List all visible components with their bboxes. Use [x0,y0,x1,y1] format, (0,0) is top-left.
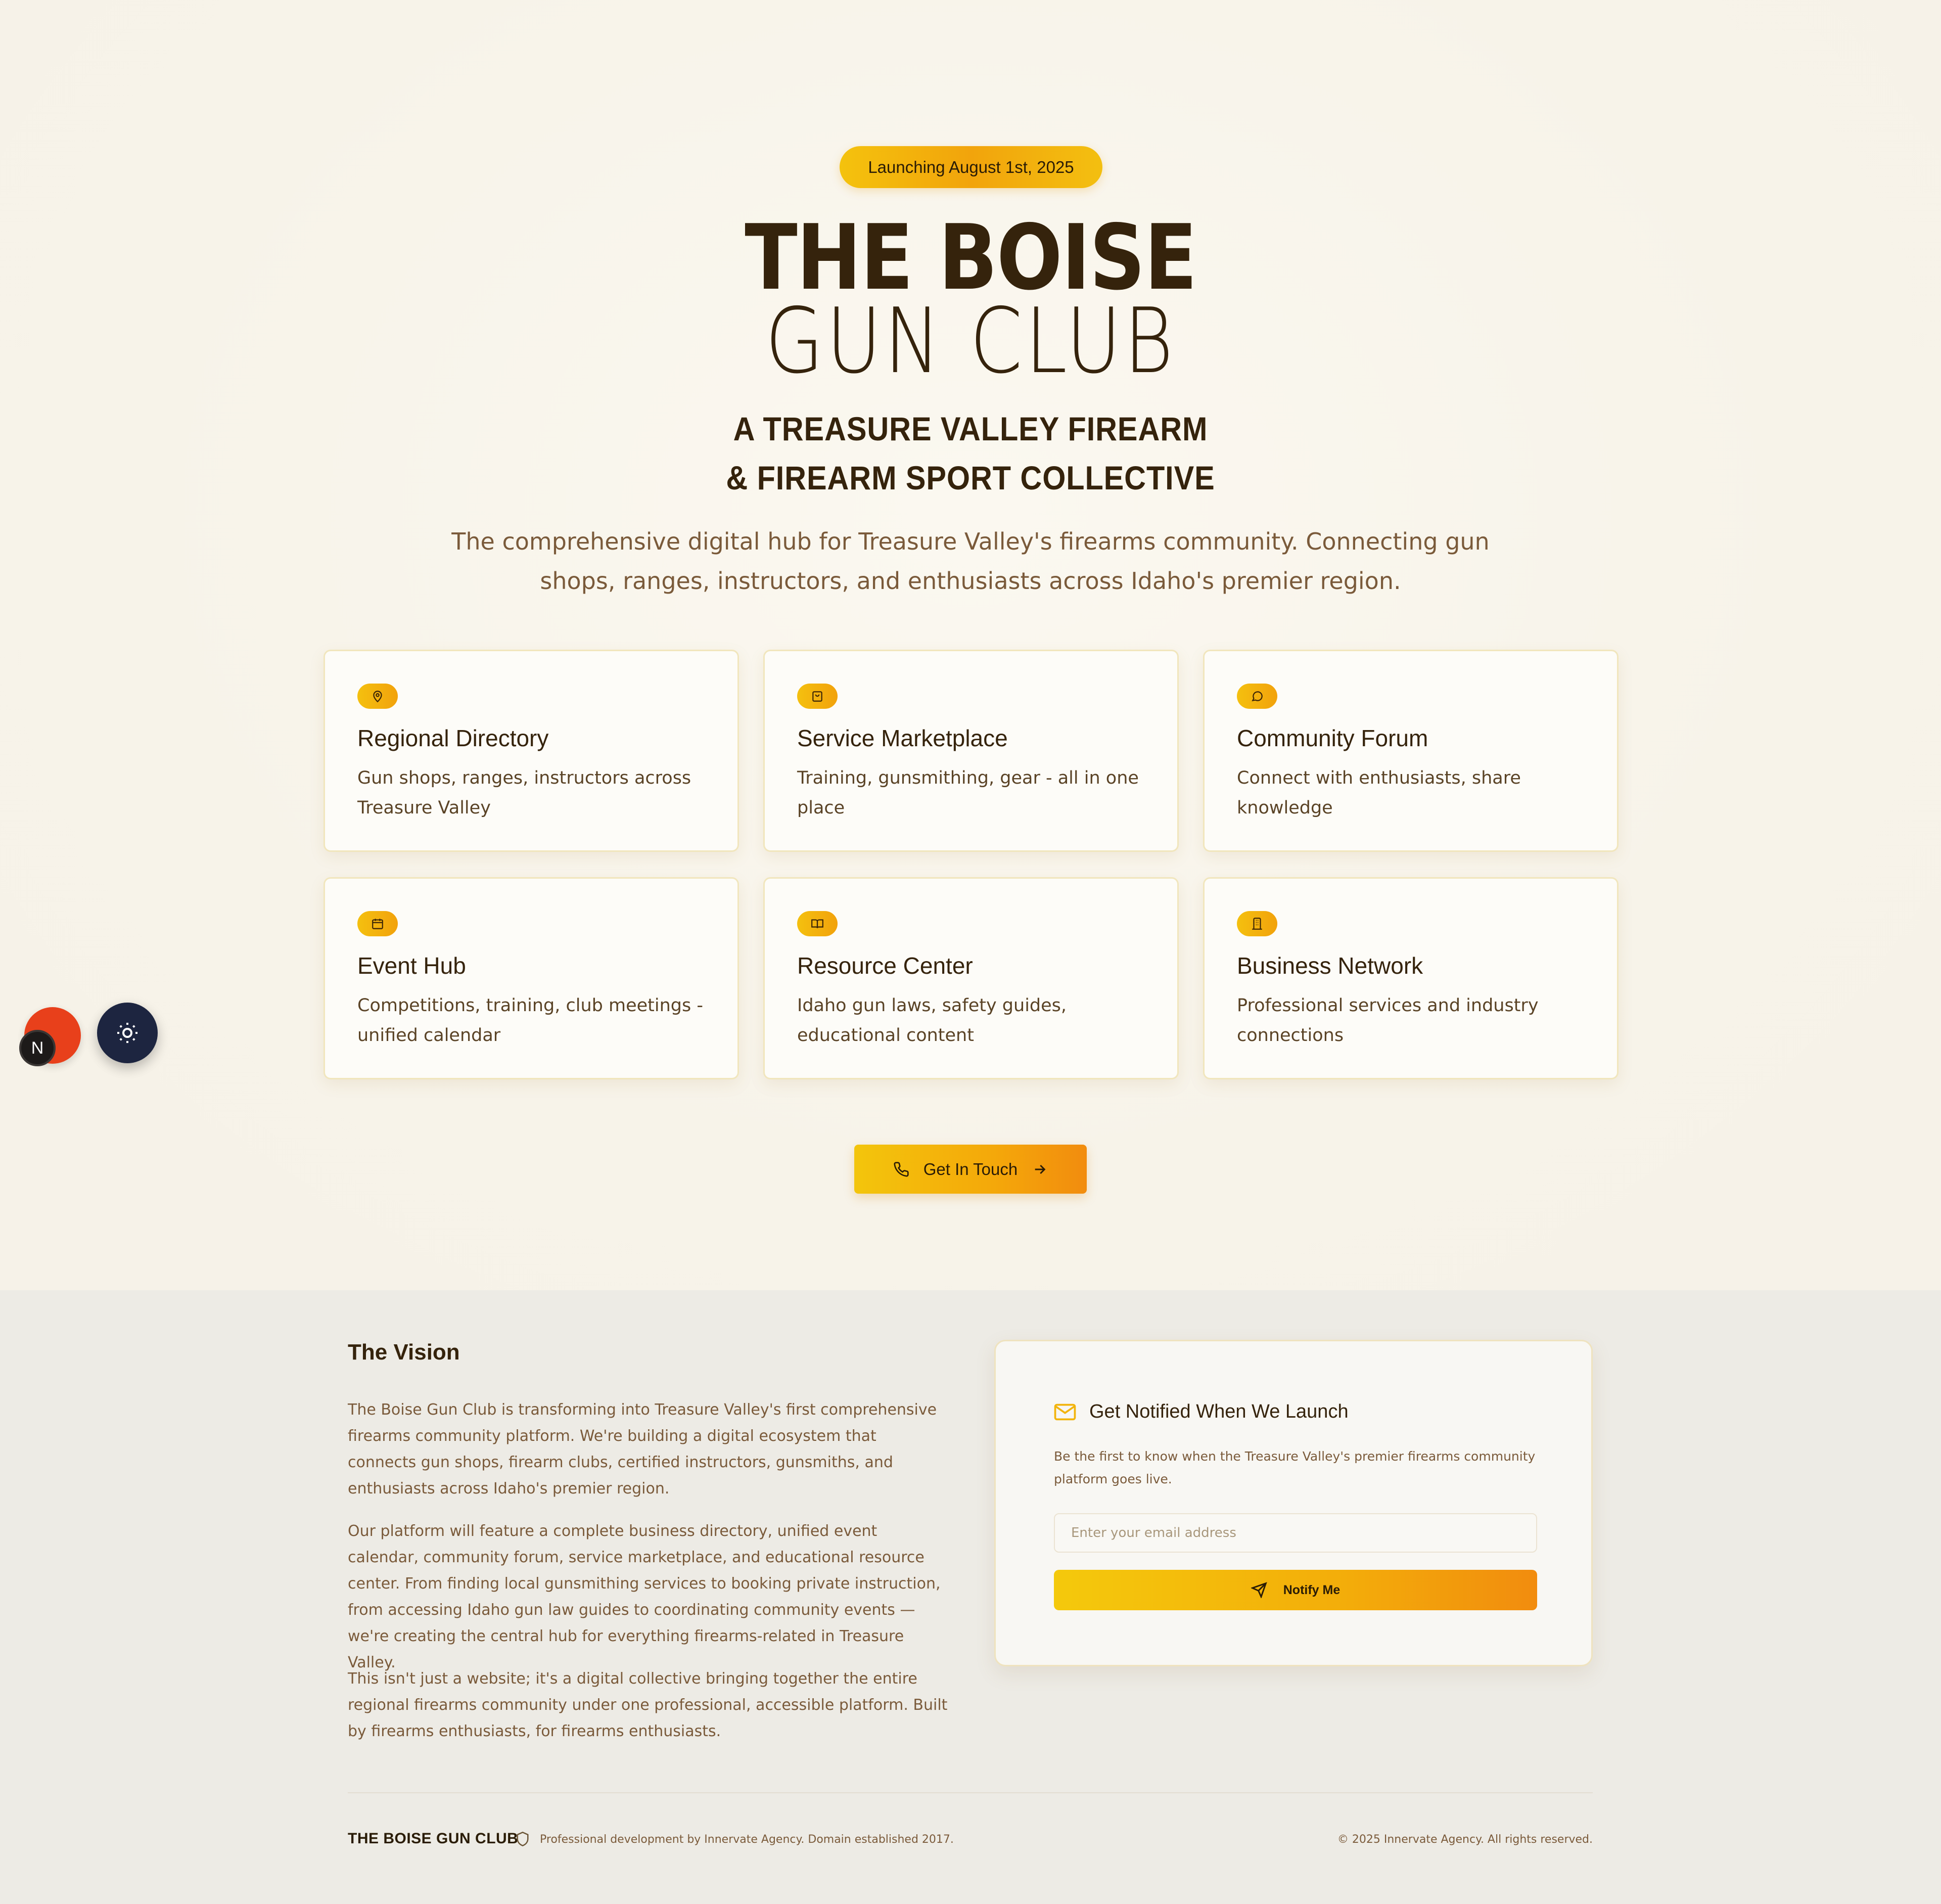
feature-title: Service Marketplace [797,725,1008,751]
footer-divider [348,1792,1593,1793]
notify-description: Be the first to know when the Treasure V… [1054,1449,1536,1486]
open-book-icon [797,911,838,936]
feature-title: Regional Directory [357,725,549,751]
vision-paragraph: This isn't just a website; it's a digita… [348,1670,948,1740]
mail-icon [1054,1403,1076,1420]
get-in-touch-button[interactable]: Get In Touch [854,1145,1087,1194]
feature-title: Community Forum [1237,725,1428,751]
notify-me-button[interactable]: Notify Me [1054,1570,1537,1610]
hero-description: The comprehensive digital hub for Treasu… [451,528,1490,595]
feature-title: Business Network [1237,953,1423,979]
calendar-icon [357,911,398,936]
tagline: A TREASURE VALLEY FIREARM & FIREARM SPOR… [0,404,1941,503]
email-input[interactable] [1054,1513,1537,1553]
arrow-right-icon [1035,1164,1046,1174]
vision-paragraph: Our platform will feature a complete bus… [348,1522,941,1671]
theme-toggle-button[interactable] [97,1003,158,1063]
feature-card-community-forum: Community Forum Connect with enthusiasts… [1203,650,1619,852]
shield-icon [517,1831,529,1846]
feature-desc: Training, gunsmithing, gear - all in one… [797,768,1139,818]
feature-desc: Professional services and industry conne… [1237,995,1539,1046]
nextjs-dev-badge[interactable]: N [19,1030,56,1066]
feature-card-event-hub: Event Hub Competitions, training, club m… [324,877,739,1079]
feature-card-business-network: Business Network Professional services a… [1203,877,1619,1079]
chat-bubble-icon [1237,684,1277,709]
feature-card-regional-directory: Regional Directory Gun shops, ranges, in… [324,650,739,852]
phone-icon [894,1161,909,1177]
vision-section [0,1290,1941,1904]
footer-copyright: © 2025 Innervate Agency. All rights rese… [1337,1833,1593,1846]
launch-date-badge: Launching August 1st, 2025 [840,146,1102,188]
tagline-line1: A TREASURE VALLEY FIREARM [733,410,1208,447]
feature-title: Event Hub [357,953,466,979]
sun-icon [117,1023,137,1043]
tagline-line2: & FIREARM SPORT COLLECTIVE [726,459,1215,496]
launch-date-text: Launching August 1st, 2025 [868,157,1074,176]
feature-desc: Connect with enthusiasts, share knowledg… [1237,768,1521,818]
notify-title: Get Notified When We Launch [1054,1401,1349,1423]
shopping-bag-icon [797,684,838,709]
feature-card-resource-center: Resource Center Idaho gun laws, safety g… [763,877,1179,1079]
feature-title: Resource Center [797,953,973,979]
map-pin-icon [357,684,398,709]
vision-paragraph: The Boise Gun Club is transforming into … [348,1401,937,1498]
feature-desc: Gun shops, ranges, instructors across Tr… [357,768,691,818]
feature-desc: Idaho gun laws, safety guides, education… [797,995,1067,1046]
footer-brand: THE BOISE GUN CLUB [348,1830,519,1847]
get-in-touch-label: Get In Touch [923,1159,1018,1178]
footer-credit: Professional development by Innervate Ag… [540,1833,954,1846]
feature-desc: Competitions, training, club meetings - … [357,995,704,1046]
notify-card: Get Notified When We Launch Be the first… [994,1340,1593,1666]
notify-me-label: Notify Me [1283,1582,1341,1597]
site-title-line2: GUN CLUB [765,289,1176,393]
hero-section [0,0,1941,1290]
vision-heading: The Vision [348,1340,460,1365]
send-icon [1251,1582,1267,1598]
building-icon [1237,911,1277,936]
feature-card-service-marketplace: Service Marketplace Training, gunsmithin… [763,650,1179,852]
